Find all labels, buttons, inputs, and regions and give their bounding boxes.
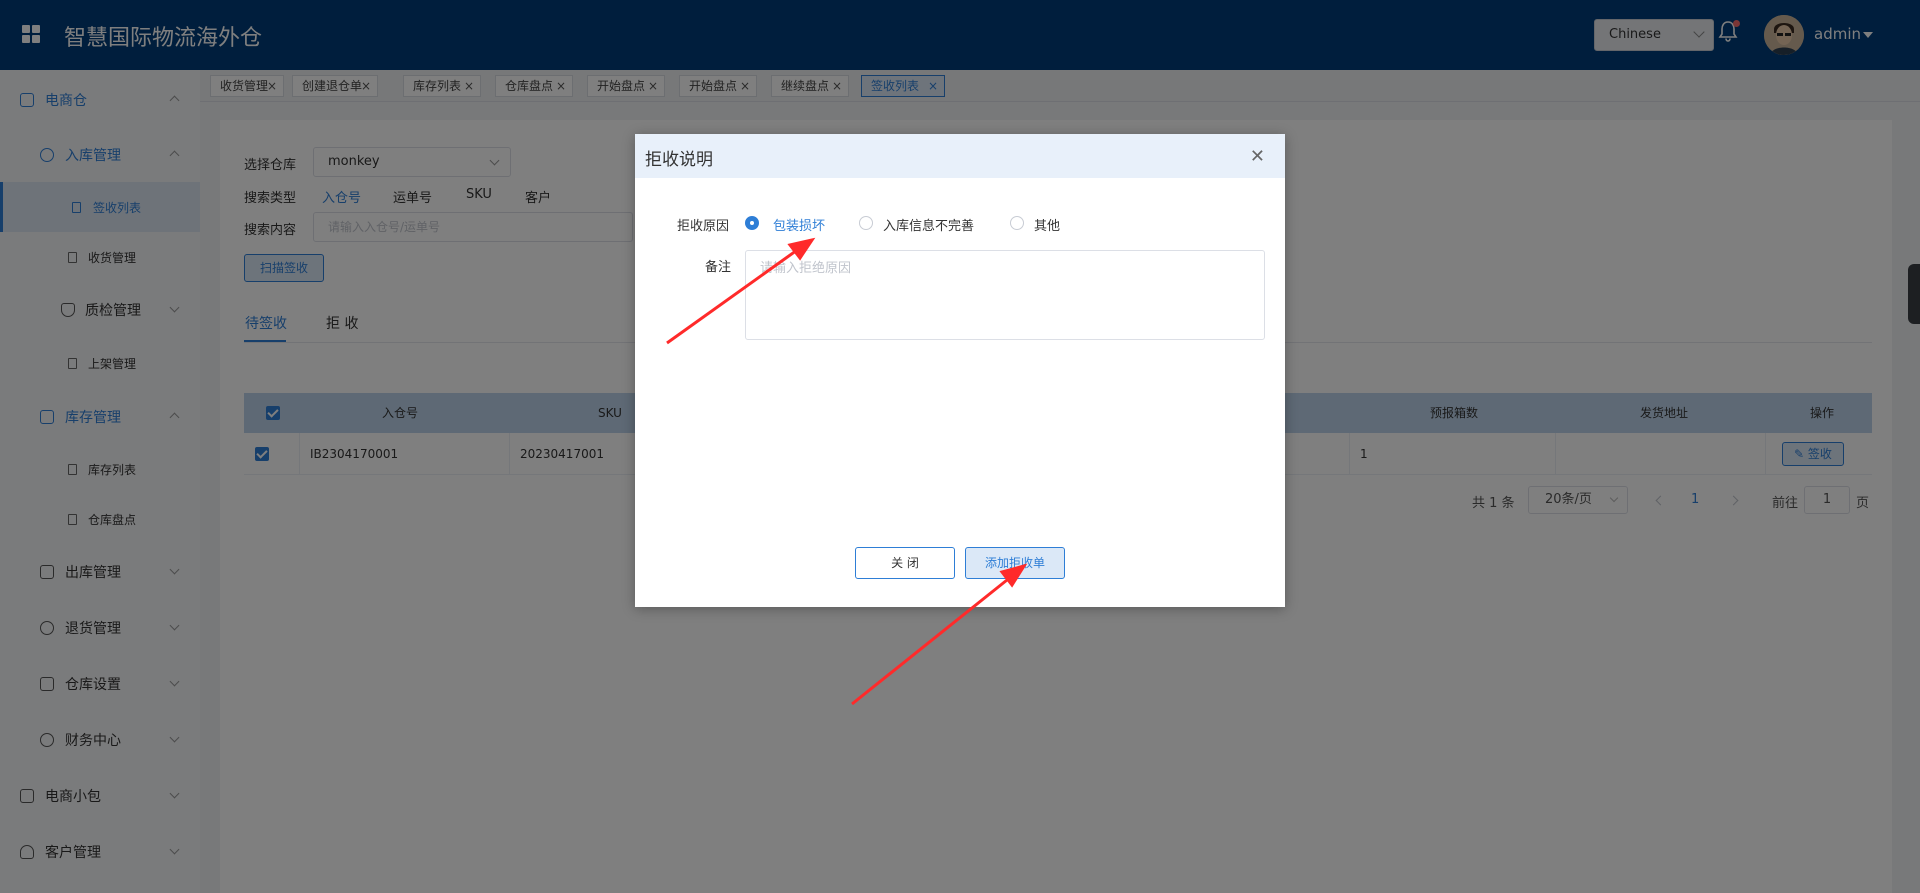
reason-label-incomplete[interactable]: 入库信息不完善 (883, 215, 974, 234)
reason-radio-damaged[interactable] (745, 216, 759, 230)
remark-textarea[interactable]: 请输入拒绝原因 (745, 250, 1265, 340)
dialog-title: 拒收说明 (645, 150, 713, 170)
remark-label: 备注 (705, 260, 732, 275)
reason-label-damaged[interactable]: 包装损坏 (773, 215, 825, 234)
dialog-header: 拒收说明 ✕ (635, 134, 1285, 178)
add-reject-button[interactable]: 添加拒收单 (965, 547, 1065, 579)
reject-dialog: 拒收说明 ✕ 拒收原因 包装损坏 入库信息不完善 其他 备注 请输入拒绝原因 关… (635, 134, 1285, 607)
close-button[interactable]: 关 闭 (855, 547, 955, 579)
reason-label-other[interactable]: 其他 (1034, 215, 1060, 234)
reason-radio-other[interactable] (1010, 216, 1024, 230)
reason-label: 拒收原因 (677, 219, 730, 234)
close-icon[interactable]: ✕ (1250, 146, 1265, 167)
reason-radio-incomplete[interactable] (859, 216, 873, 230)
